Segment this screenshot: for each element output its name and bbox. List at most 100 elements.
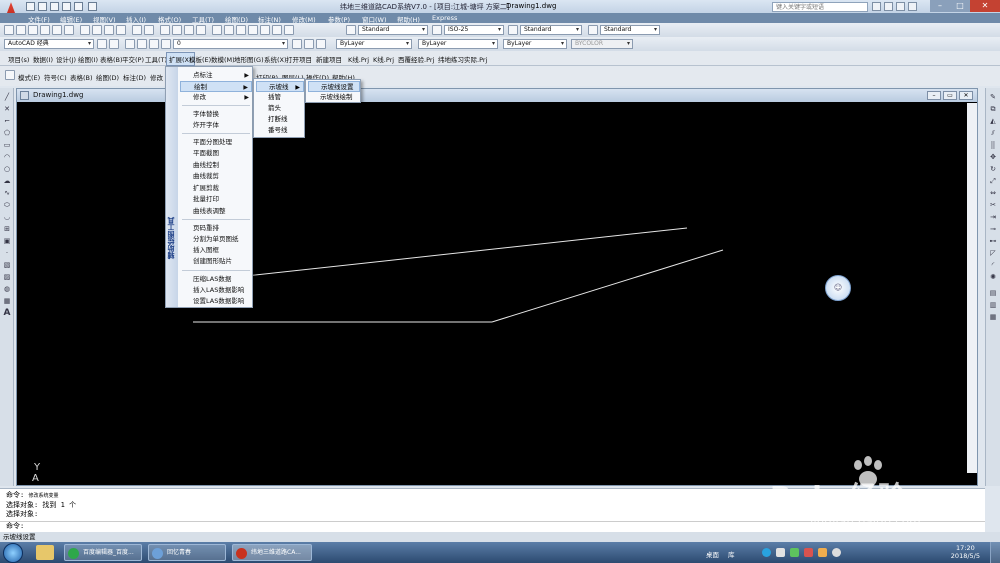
open-icon[interactable] <box>16 25 26 35</box>
submenu-item-slope-line-draw[interactable]: 示坡线绘制 <box>308 92 360 103</box>
preview-icon[interactable] <box>52 25 62 35</box>
menu-express[interactable]: Express <box>432 14 457 22</box>
search-icon[interactable] <box>872 2 881 11</box>
show-desktop-button[interactable] <box>990 542 1000 563</box>
submenu-item-arrow[interactable]: 箭头 <box>256 103 304 114</box>
zoom-realtime-icon[interactable] <box>172 25 182 35</box>
matchprop-icon[interactable] <box>116 25 126 35</box>
menu-item-split-sheets[interactable]: 分割为单页图纸 <box>180 234 252 245</box>
mleader-style-select[interactable]: Standard <box>600 25 660 35</box>
rotate-icon[interactable]: ↻ <box>988 164 998 174</box>
properties-icon[interactable] <box>212 25 222 35</box>
cut-icon[interactable] <box>80 25 90 35</box>
workspace-select[interactable]: AutoCAD 经典 <box>4 39 94 49</box>
star-icon[interactable] <box>896 2 905 11</box>
copy-icon[interactable] <box>92 25 102 35</box>
lock-icon[interactable] <box>161 39 171 49</box>
tray-app2-icon[interactable] <box>804 548 813 557</box>
doc-close-button[interactable]: ✕ <box>959 91 973 100</box>
menu-item-plan-split[interactable]: 平面分图处理 <box>180 137 252 148</box>
circle-icon[interactable]: ○ <box>2 164 12 174</box>
mtext-icon[interactable]: A <box>2 308 12 318</box>
library-toolbar[interactable]: 库 <box>728 549 735 559</box>
redo-icon[interactable] <box>144 25 154 35</box>
extend-icon[interactable]: ⇥ <box>988 212 998 222</box>
polyline-icon[interactable]: ⌐ <box>2 116 12 126</box>
ellipse-arc-icon[interactable]: ◡ <box>2 212 12 222</box>
tab-design[interactable]: 设计(J) <box>56 54 76 64</box>
color-select[interactable]: ByLayer <box>336 39 412 49</box>
menu-item-explode-font[interactable]: 炸开字体 <box>180 120 252 131</box>
table-icon[interactable]: ▦ <box>2 296 12 306</box>
make-current-icon[interactable] <box>292 39 302 49</box>
tab-template[interactable]: 模板(E) <box>189 54 211 64</box>
menu-item-set-las[interactable]: 设置LAS数据影响 <box>180 296 252 307</box>
layer-tool-icon[interactable]: ▤ <box>988 288 998 298</box>
undo-icon[interactable] <box>132 25 142 35</box>
vertical-scrollbar[interactable] <box>967 103 977 473</box>
my-workspace-icon[interactable] <box>109 39 119 49</box>
menu-item-curve-control[interactable]: 曲线控制 <box>180 160 252 171</box>
menu-item-curve-table[interactable]: 曲线表调整 <box>180 206 252 217</box>
zoom-previous-icon[interactable] <box>196 25 206 35</box>
open-file-icon[interactable] <box>38 2 47 11</box>
menu-item-insert-las[interactable]: 插入LAS数据影响 <box>180 285 252 296</box>
tab-dtm[interactable]: 数模(M) <box>211 54 235 64</box>
drawing-window[interactable]: Drawing1.dwg – ▭ ✕ Y A ☺ <box>16 88 978 486</box>
save-icon[interactable] <box>50 2 59 11</box>
join-icon[interactable]: ⊷ <box>988 236 998 246</box>
submenu-item-pipe[interactable]: 插管 <box>256 92 304 103</box>
menu-item-plan-capture[interactable]: 平面截图 <box>180 148 252 159</box>
rectangle-icon[interactable]: ▭ <box>2 140 12 150</box>
menu-item-draw[interactable]: 绘制 ▶ <box>180 81 252 92</box>
tray-app3-icon[interactable] <box>818 548 827 557</box>
menu-item-extended-clip[interactable]: 扩展剪裁 <box>180 183 252 194</box>
menu-item-curve-clip[interactable]: 曲线裁剪 <box>180 171 252 182</box>
trim-icon[interactable]: ✂ <box>988 200 998 210</box>
qnew-icon[interactable] <box>4 25 14 35</box>
pan-icon[interactable] <box>160 25 170 35</box>
tab-table[interactable]: 表格(B) <box>100 54 123 64</box>
make-block-icon[interactable]: ▣ <box>2 236 12 246</box>
zoom-window-icon[interactable] <box>184 25 194 35</box>
fillet-icon[interactable]: ◜ <box>988 260 998 270</box>
publish-icon[interactable] <box>64 25 74 35</box>
tab-drawing[interactable]: 绘图(I) <box>78 54 98 64</box>
tab-intersection[interactable]: 平交(P) <box>122 54 144 64</box>
extra-table[interactable]: 表格(B) <box>70 72 93 82</box>
point-icon[interactable]: · <box>2 248 12 258</box>
volume-icon[interactable] <box>832 548 841 557</box>
plot-icon[interactable] <box>40 25 50 35</box>
doc-restore-button[interactable]: ▭ <box>943 91 957 100</box>
layer-select[interactable]: 0 <box>173 39 288 49</box>
region-icon[interactable]: ◍ <box>2 284 12 294</box>
hatch-icon[interactable]: ▧ <box>2 260 12 270</box>
mirror-icon[interactable]: ◭ <box>988 116 998 126</box>
calculator-icon[interactable] <box>272 25 282 35</box>
layer-previous-icon[interactable] <box>304 39 314 49</box>
bulb-icon[interactable] <box>137 39 147 49</box>
xline-icon[interactable]: ✕ <box>2 104 12 114</box>
revcloud-icon[interactable]: ☁ <box>2 176 12 186</box>
help-search-input[interactable]: 键入关键字或短语 <box>772 2 868 12</box>
start-button[interactable] <box>3 543 23 563</box>
submenu-item-slope-line-settings[interactable]: 示坡线设置 <box>308 81 360 92</box>
slope-line-upper[interactable] <box>236 227 688 278</box>
extra-symbol[interactable]: 符号(C) <box>44 72 67 82</box>
open-project-button[interactable]: 打开项目 <box>286 54 312 64</box>
save-icon[interactable] <box>28 25 38 35</box>
tab-system[interactable]: 系统(X) <box>264 54 287 64</box>
break-icon[interactable]: ⊸ <box>988 224 998 234</box>
designcenter-icon[interactable] <box>224 25 234 35</box>
new-project-button[interactable]: 新建项目 <box>316 54 342 64</box>
extra-modify[interactable]: 修改 <box>150 72 163 82</box>
maximize-button[interactable]: □ <box>950 0 970 12</box>
redo-icon[interactable] <box>74 2 83 11</box>
project-k2[interactable]: K线.Prj <box>373 54 394 64</box>
project-xifu[interactable]: 西覆经验.Prj <box>398 54 434 64</box>
chamfer-icon[interactable]: ◸ <box>988 248 998 258</box>
stretch-icon[interactable]: ⇔ <box>988 188 998 198</box>
undo-icon[interactable] <box>62 2 71 11</box>
menu-item-batch-print[interactable]: 批量打印 <box>180 194 252 205</box>
grid-tool-icon[interactable]: ▦ <box>988 312 998 322</box>
